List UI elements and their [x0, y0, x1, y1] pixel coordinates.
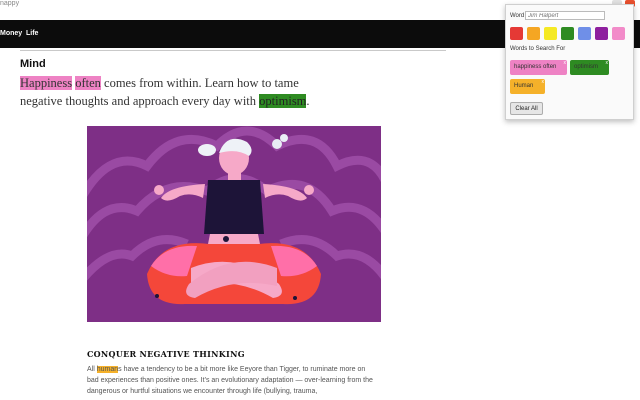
- chip-remove-icon[interactable]: x: [606, 56, 609, 71]
- word-input[interactable]: [525, 11, 605, 20]
- words-list-label: Words to Search For: [510, 46, 566, 52]
- word-label: Word: [510, 13, 525, 19]
- clear-all-button[interactable]: Clear All: [510, 102, 543, 115]
- divider: [20, 50, 446, 51]
- chip-remove-icon[interactable]: x: [564, 56, 567, 71]
- swatch-orange[interactable]: [527, 27, 540, 40]
- word-chip[interactable]: Human x: [510, 79, 545, 94]
- article-lead: Happiness often comes from within. Learn…: [20, 76, 310, 108]
- section-title: Mind: [20, 58, 46, 70]
- nav-item-life[interactable]: Life: [26, 30, 38, 37]
- highlight-happiness: Happiness: [20, 76, 73, 90]
- word-chip[interactable]: optimism x: [570, 60, 609, 75]
- highlighter-popup: Word Words to Search For happiness often…: [505, 4, 634, 120]
- nav-item-money[interactable]: Money: [0, 30, 22, 37]
- highlight-often: often: [75, 76, 101, 90]
- tab-title: nappy: [0, 0, 20, 7]
- swatch-green[interactable]: [561, 27, 574, 40]
- highlight-human: human: [96, 366, 119, 373]
- article-body: All humans have a tendency to be a bit m…: [87, 366, 373, 395]
- swatch-blue[interactable]: [578, 27, 591, 40]
- swatch-pink[interactable]: [612, 27, 625, 40]
- swatch-purple[interactable]: [595, 27, 608, 40]
- swatch-red[interactable]: [510, 27, 523, 40]
- word-chip[interactable]: happiness often x: [510, 60, 567, 75]
- chip-remove-icon[interactable]: x: [542, 75, 545, 90]
- meditation-illustration: [87, 126, 381, 322]
- swatch-yellow[interactable]: [544, 27, 557, 40]
- color-swatches: [510, 27, 630, 41]
- subheading: CONQUER NEGATIVE THINKING: [87, 349, 245, 359]
- highlight-optimism: optimism: [259, 94, 307, 108]
